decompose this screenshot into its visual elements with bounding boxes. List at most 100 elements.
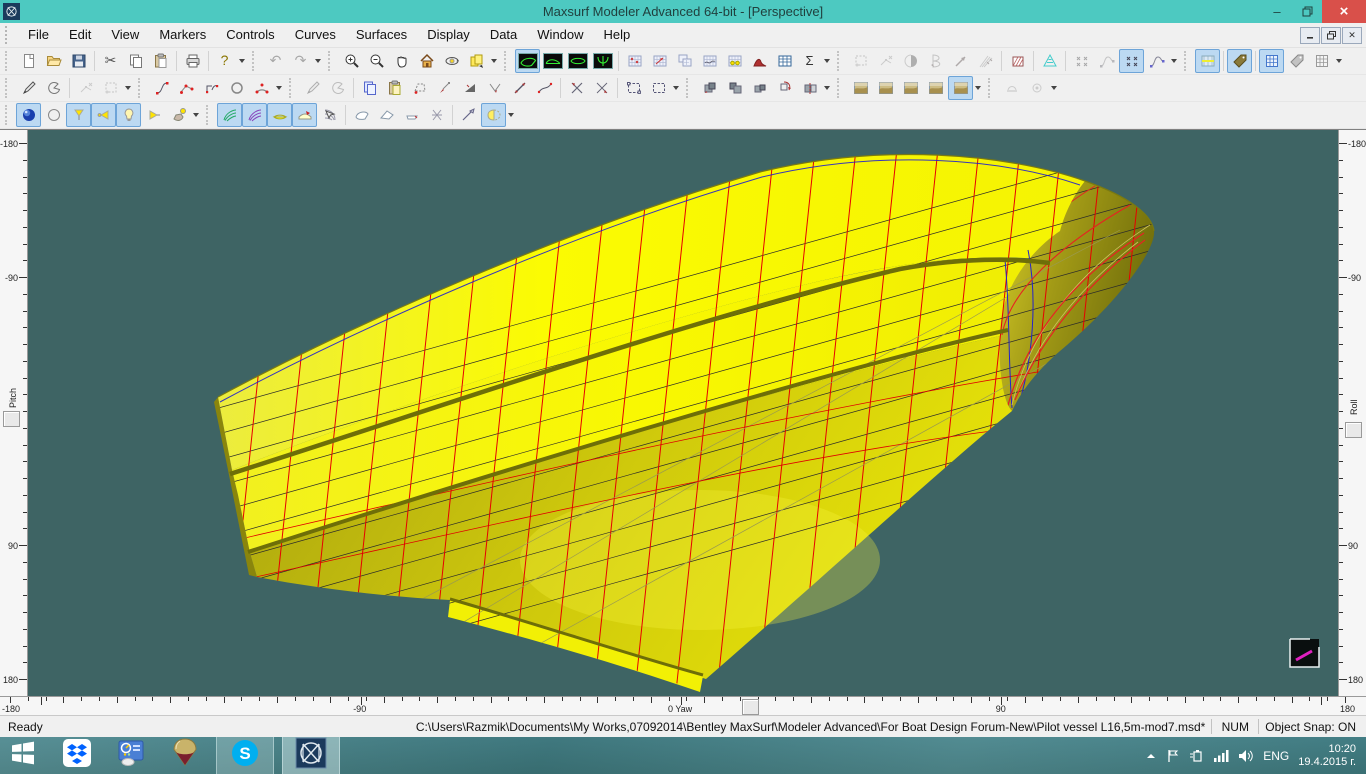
status-object-snap[interactable]: Object Snap: ON: [1265, 720, 1366, 734]
trim-region-button[interactable]: [898, 49, 923, 73]
group-button[interactable]: [697, 76, 722, 100]
slope-node-button[interactable]: [507, 76, 532, 100]
menu-edit[interactable]: Edit: [59, 23, 101, 47]
perspective-viewport[interactable]: -180-9090180Pitch -180-9090180Roll -180-…: [0, 129, 1366, 715]
menu-file[interactable]: File: [18, 23, 59, 47]
new-button[interactable]: [16, 49, 41, 73]
compare-curve-button[interactable]: [1094, 49, 1119, 73]
edit-toolbar-dropdown[interactable]: [671, 76, 681, 100]
marker-spline-button[interactable]: [697, 49, 722, 73]
menu-data[interactable]: Data: [480, 23, 527, 47]
roll-slider-thumb[interactable]: [1345, 422, 1362, 438]
home-view-button[interactable]: [414, 49, 439, 73]
toolbar-drag-handle[interactable]: [5, 105, 12, 125]
animate-button[interactable]: [999, 76, 1024, 100]
clock[interactable]: 10:20 19.4.2015 г.: [1298, 743, 1356, 769]
arc-curve-button[interactable]: [249, 76, 274, 100]
paste-button[interactable]: [148, 49, 173, 73]
menu-help[interactable]: Help: [594, 23, 641, 47]
move-node-button[interactable]: [432, 76, 457, 100]
custom-light-button[interactable]: [166, 103, 191, 127]
add-edit-point-button[interactable]: [16, 76, 41, 100]
language-indicator[interactable]: ENG: [1263, 749, 1289, 763]
grid-labels-button[interactable]: [1284, 49, 1309, 73]
project-curve-button[interactable]: [948, 49, 973, 73]
perspective-view-button[interactable]: [515, 49, 540, 73]
show-curve-button[interactable]: [1144, 49, 1169, 73]
markers-toolbar-dropdown[interactable]: [822, 49, 832, 73]
show-surface-mesh-button[interactable]: [424, 103, 449, 127]
document-minimize-button[interactable]: [1300, 27, 1320, 44]
arc-tool-button[interactable]: [41, 76, 66, 100]
duplicate-markers-button[interactable]: [672, 49, 697, 73]
show-surface-plan-button[interactable]: [374, 103, 399, 127]
hull-model-canvas[interactable]: [0, 130, 1366, 715]
undo-button[interactable]: ↶: [263, 49, 288, 73]
compare-markers-button[interactable]: [1069, 49, 1094, 73]
toolbar-drag-handle[interactable]: [837, 78, 844, 98]
box-select-button[interactable]: [621, 76, 646, 100]
maxsurf-app[interactable]: [282, 737, 340, 774]
untrim-button[interactable]: [873, 49, 898, 73]
network-signal-icon[interactable]: [1213, 749, 1229, 762]
render-wireframe-button[interactable]: [848, 76, 873, 100]
menu-window[interactable]: Window: [527, 23, 593, 47]
move-marker-button[interactable]: [647, 49, 672, 73]
render-hidden-line-button[interactable]: [873, 76, 898, 100]
toolbar-drag-handle[interactable]: [5, 78, 12, 98]
yaw-slider-thumb[interactable]: [742, 699, 759, 715]
power-plug-icon[interactable]: [1189, 749, 1204, 763]
ungroup-button[interactable]: [722, 76, 747, 100]
circle-tool-button[interactable]: [224, 76, 249, 100]
light-top-button[interactable]: [66, 103, 91, 127]
save-button[interactable]: [66, 49, 91, 73]
surface-direction-button[interactable]: [292, 103, 317, 127]
body-plan-view-button[interactable]: [590, 49, 615, 73]
copy-objects-button[interactable]: [357, 76, 382, 100]
flip-button[interactable]: [772, 76, 797, 100]
cut-button[interactable]: ✂: [98, 49, 123, 73]
action-center-flag-icon[interactable]: [1166, 749, 1180, 763]
render-phong-button[interactable]: [948, 76, 973, 100]
undo-toolbar-dropdown[interactable]: [313, 49, 323, 73]
standard-toolbar-dropdown[interactable]: [237, 49, 247, 73]
pitch-ruler[interactable]: -180-9090180Pitch: [0, 130, 28, 697]
document-restore-button[interactable]: [1321, 27, 1341, 44]
hidden-icons-chevron-icon[interactable]: [1145, 751, 1157, 761]
skype-app[interactable]: S: [216, 737, 274, 774]
toolbar-drag-handle[interactable]: [837, 51, 844, 71]
dropbox-app[interactable]: [54, 737, 100, 774]
paste-objects-button[interactable]: [382, 76, 407, 100]
toolbar-drag-handle[interactable]: [289, 78, 296, 98]
toolbar-drag-handle[interactable]: [138, 78, 145, 98]
edit-grid-button[interactable]: [1227, 49, 1252, 73]
close-button[interactable]: ×: [1322, 0, 1366, 23]
curves-toolbar-dropdown[interactable]: [274, 76, 284, 100]
pitch-slider-thumb[interactable]: [3, 411, 20, 427]
align-y-button[interactable]: [589, 76, 614, 100]
light-bulb-button[interactable]: [116, 103, 141, 127]
mirror-button[interactable]: [797, 76, 822, 100]
toolbar-drag-handle[interactable]: [5, 51, 12, 71]
toolbar-drag-handle[interactable]: [504, 51, 511, 71]
smooth-points-button[interactable]: [98, 76, 123, 100]
print-button[interactable]: [180, 49, 205, 73]
hull-design-app[interactable]: [162, 737, 208, 774]
intersect-surfaces-button[interactable]: [973, 49, 998, 73]
align-x-button[interactable]: [564, 76, 589, 100]
sketch-button[interactable]: [300, 76, 325, 100]
skin-surface-button[interactable]: [1005, 49, 1030, 73]
menu-controls[interactable]: Controls: [216, 23, 284, 47]
start-button[interactable]: [0, 737, 46, 774]
show-surface-flat-button[interactable]: [399, 103, 424, 127]
restore-button[interactable]: [1292, 0, 1322, 23]
light-side-button[interactable]: [91, 103, 116, 127]
open-button[interactable]: [41, 49, 66, 73]
trim-surface-button[interactable]: [848, 49, 873, 73]
compare-toolbar-dropdown[interactable]: [1169, 49, 1179, 73]
menu-surfaces[interactable]: Surfaces: [346, 23, 417, 47]
volume-speaker-icon[interactable]: [1238, 749, 1254, 763]
snap-grid-button[interactable]: [1259, 49, 1284, 73]
lights-toolbar-dropdown[interactable]: [191, 103, 201, 127]
ambient-light-button[interactable]: [16, 103, 41, 127]
